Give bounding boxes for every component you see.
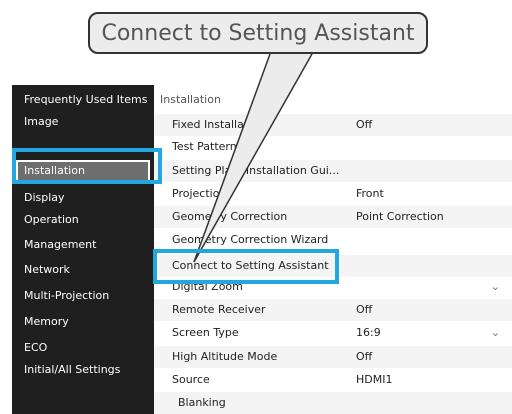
callout-pointer-edge-right (193, 53, 313, 263)
callout-pointer-edge-left (193, 53, 271, 263)
row-highlight-box (153, 249, 339, 284)
callout-pointer (193, 53, 313, 263)
sidebar-highlight-box (12, 148, 162, 184)
